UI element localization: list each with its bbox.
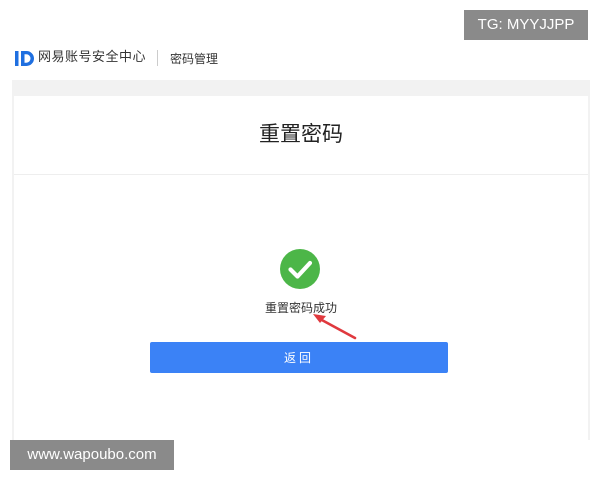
success-message: 重置密码成功 <box>264 301 337 315</box>
page-title: 重置密码 <box>259 122 343 146</box>
title-divider <box>14 174 588 175</box>
reset-password-card: 重置密码 重置密码成功 返回 <box>14 96 588 440</box>
section-password-management[interactable]: 密码管理 <box>170 51 218 67</box>
header-divider <box>157 50 158 66</box>
back-button[interactable]: 返回 <box>150 342 448 373</box>
netease-id-logo-icon <box>15 51 34 66</box>
red-arrow-annotation-icon <box>313 314 357 340</box>
brand-name: 网易账号安全中心 <box>38 50 147 65</box>
check-circle-icon <box>280 249 320 289</box>
watermark-bottom: www.wapoubo.com <box>10 440 174 470</box>
watermark-top: TG: MYYJJPP <box>464 10 588 40</box>
page-header: 网易账号安全中心 密码管理 <box>0 38 600 80</box>
